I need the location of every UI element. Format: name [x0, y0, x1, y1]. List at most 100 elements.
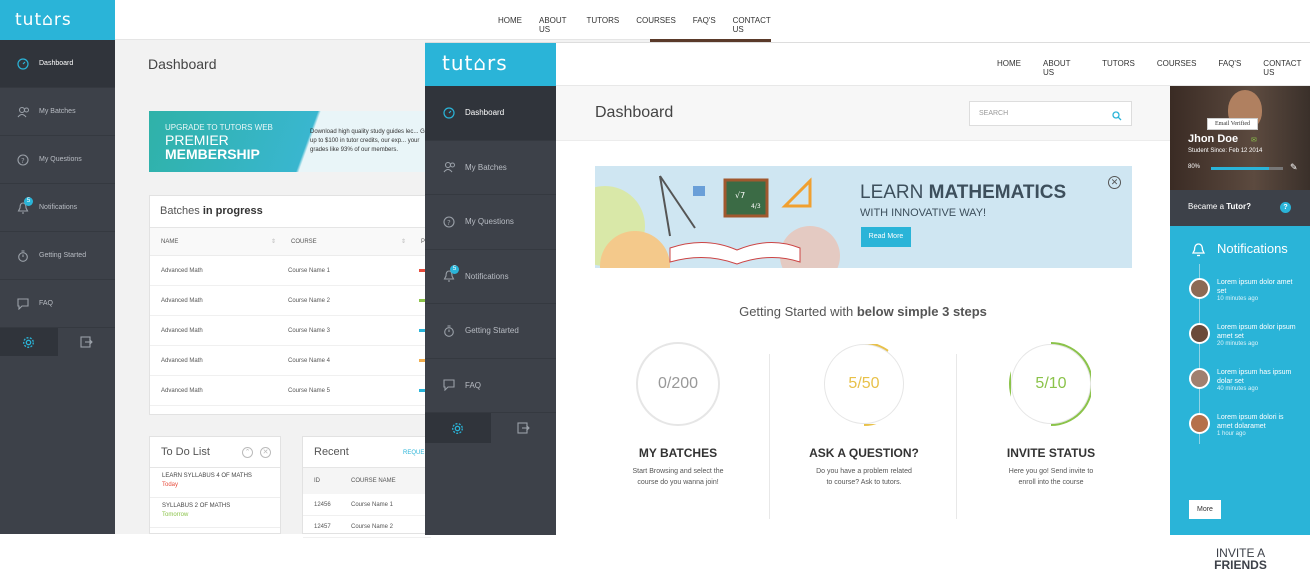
- nav-tutors[interactable]: TUTORS: [586, 16, 619, 34]
- logout-icon[interactable]: [58, 328, 116, 356]
- col-course[interactable]: COURSE: [291, 239, 401, 245]
- logout-icon[interactable]: [491, 413, 557, 443]
- nav-faqs[interactable]: FAQ'S: [693, 16, 716, 34]
- cell-course: Course Name 2: [288, 297, 331, 304]
- stopwatch-icon: [16, 249, 30, 263]
- sidebar-item-my-questions[interactable]: ? My Questions: [0, 136, 115, 184]
- search-icon[interactable]: [1112, 108, 1122, 126]
- become-tutor[interactable]: Became a Tutor??: [1170, 190, 1310, 226]
- table-row[interactable]: Advanced Math Course Name 4: [150, 346, 438, 376]
- collapse-icon[interactable]: ⌃: [242, 447, 253, 458]
- notification-item[interactable]: Lorem ipsum has ipsum dolar set 40 minute…: [1189, 368, 1297, 392]
- close-icon[interactable]: ✕: [260, 447, 271, 458]
- sidebar-item-label: My Batches: [39, 108, 76, 115]
- step-value: 5/10: [1035, 375, 1067, 392]
- sidebar-item-my-batches[interactable]: My Batches: [0, 88, 115, 136]
- table-header: NAME ⇕ COURSE ⇕ PR: [150, 228, 438, 256]
- sidebar-item-notifications[interactable]: 5 Notifications: [0, 184, 115, 232]
- avatar: [1189, 278, 1210, 299]
- nav-tutors[interactable]: TUTORS: [1102, 59, 1135, 77]
- col-id[interactable]: ID: [314, 478, 351, 484]
- tutor-text: Became a: [1188, 202, 1227, 211]
- batch-rows: Advanced Math Course Name 1 Advanced Math C…: [150, 256, 438, 406]
- col-name[interactable]: NAME: [161, 239, 271, 245]
- chat-icon: [442, 378, 456, 392]
- notification-time: 10 minutes ago: [1217, 296, 1259, 302]
- logo[interactable]: tut⌂rs web: [425, 43, 556, 116]
- nav-courses[interactable]: COURSES: [1157, 59, 1197, 77]
- page-title: Dashboard: [595, 104, 674, 121]
- table-row[interactable]: Advanced Math Course Name 1: [150, 256, 438, 286]
- nav-contact[interactable]: CONTACT US: [733, 16, 771, 34]
- sidebar-item-my-questions[interactable]: ? My Questions: [425, 195, 556, 250]
- notification-item[interactable]: Lorem ipsum dolori is amet dolaramet 1 ho…: [1189, 413, 1297, 437]
- sort-icon[interactable]: ⇕: [401, 238, 421, 245]
- nav-faqs[interactable]: FAQ'S: [1218, 59, 1241, 77]
- todo-panel: To Do List ⌃ ✕ LEARN SYLLABUS 4 OF MATHS…: [149, 436, 281, 534]
- todo-item[interactable]: SYLLABUS 2 OF MATHS Tomorrow: [150, 498, 280, 528]
- sidebar-item-faq[interactable]: FAQ: [0, 280, 115, 328]
- cell-course: Course Name 5: [288, 387, 331, 394]
- pencil-icon[interactable]: ✎: [1290, 162, 1298, 173]
- step-card[interactable]: 5/50 ASK A QUESTION? Do you have a problem…: [769, 342, 959, 488]
- nav-home[interactable]: HOME: [997, 59, 1021, 77]
- notification-item[interactable]: Lorem ipsum dolor amet set 10 minutes ago: [1189, 278, 1297, 302]
- notification-text: Lorem ipsum dolor amet set: [1217, 279, 1293, 295]
- profile-percent: 80%: [1188, 164, 1201, 170]
- read-more-button[interactable]: Read More: [861, 227, 911, 247]
- nav-about[interactable]: ABOUT US: [1043, 59, 1080, 77]
- nav-courses[interactable]: COURSES: [636, 16, 676, 34]
- sidebar-item-label: Dashboard: [39, 60, 74, 67]
- step-name: MY BATCHES: [638, 446, 718, 460]
- table-row[interactable]: 12457 Course Name 2: [303, 516, 431, 538]
- settings-icon[interactable]: [0, 328, 58, 356]
- todo-text: LEARN SYLLABUS 4 OF MATHS: [162, 473, 252, 479]
- invite-friends-button[interactable]: INVITE A FRIENDS: [1189, 541, 1292, 581]
- sidebar: Dashboard My Batches ? My Questions 5 Notific…: [425, 86, 556, 535]
- step-card[interactable]: 0/200 MY BATCHES Start Browsing and select…: [583, 342, 773, 488]
- col-course[interactable]: COURSE NAME: [351, 478, 396, 484]
- sidebar-item-my-batches[interactable]: My Batches: [425, 141, 556, 195]
- profile-progress-bar: [1211, 167, 1283, 170]
- sidebar-item-dashboard[interactable]: Dashboard: [0, 40, 115, 88]
- cell-name: Advanced Math: [161, 387, 203, 394]
- sidebar-item-label: My Batches: [465, 162, 507, 172]
- logo[interactable]: tut⌂rs web: [0, 0, 115, 70]
- users-icon: [442, 160, 456, 174]
- svg-text:4/3: 4/3: [751, 203, 761, 210]
- more-button[interactable]: More: [1189, 500, 1221, 519]
- step-card[interactable]: 5/10 INVITE STATUS Here you go! Send invit…: [956, 342, 1146, 488]
- invite-line1: INVITE A: [1215, 546, 1266, 560]
- sidebar-item-faq[interactable]: FAQ: [425, 359, 556, 413]
- tab-requests[interactable]: REQUE: [403, 450, 424, 456]
- close-icon[interactable]: ✕: [1108, 176, 1121, 189]
- table-row[interactable]: Advanced Math Course Name 5: [150, 376, 438, 406]
- panel-title: Batches in progress: [150, 196, 438, 228]
- search-input[interactable]: SEARCH: [969, 101, 1132, 126]
- notification-item[interactable]: Lorem ipsum dolor ipsum amet set 20 minut…: [1189, 323, 1297, 347]
- sort-icon[interactable]: ⇕: [271, 238, 291, 245]
- sidebar-item-dashboard[interactable]: Dashboard: [425, 86, 556, 141]
- nav-home[interactable]: HOME: [498, 16, 522, 34]
- sidebar-item-getting-started[interactable]: Getting Started: [0, 232, 115, 280]
- premium-banner[interactable]: UPGRADE TO TUTORS WEB PREMIER MEMBERSHIP…: [149, 111, 434, 172]
- sidebar-item-getting-started[interactable]: Getting Started: [425, 304, 556, 359]
- table-row[interactable]: Advanced Math Course Name 2: [150, 286, 438, 316]
- step-value: 5/50: [848, 375, 880, 392]
- recent-panel: Recent REQUE ID COURSE NAME 12456 Course N…: [302, 436, 432, 538]
- top-nav: HOME ABOUT US TUTORS COURSES FAQ'S CONTA…: [997, 59, 1310, 77]
- todo-items: LEARN SYLLABUS 4 OF MATHS Today SYLLABUS 2…: [150, 468, 280, 528]
- todo-due: Tomorrow: [162, 512, 189, 518]
- settings-icon[interactable]: [425, 413, 491, 443]
- todo-title: To Do List: [161, 446, 210, 458]
- dashboard-icon: [442, 106, 456, 120]
- sidebar-item-notifications[interactable]: 5 Notifications: [425, 250, 556, 304]
- nav-about[interactable]: ABOUT US: [539, 16, 569, 34]
- step-description: Start Browsing and select the course do …: [632, 468, 724, 486]
- table-row[interactable]: 12456 Course Name 1: [303, 494, 431, 516]
- table-row[interactable]: Advanced Math Course Name 3: [150, 316, 438, 346]
- todo-item[interactable]: LEARN SYLLABUS 4 OF MATHS Today: [150, 468, 280, 498]
- nav-contact[interactable]: CONTACT US: [1263, 59, 1310, 77]
- help-icon[interactable]: ?: [1280, 202, 1291, 213]
- step-progress-ring: 5/10: [1009, 342, 1093, 426]
